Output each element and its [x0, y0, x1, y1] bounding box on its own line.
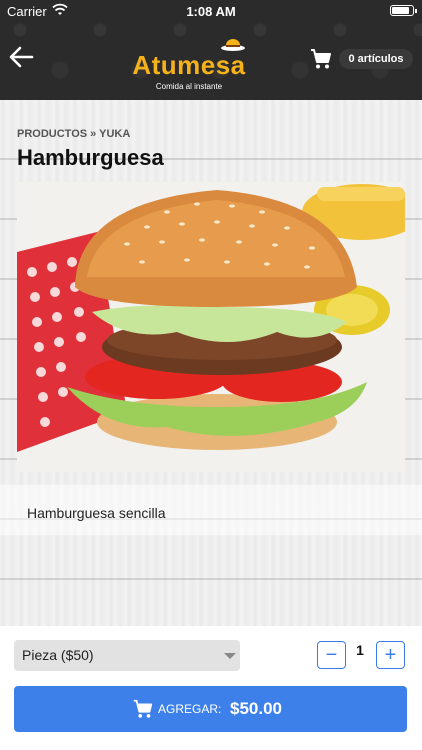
decrease-quantity-button[interactable]: −: [317, 641, 346, 669]
status-time: 1:08 AM: [186, 4, 236, 19]
app-header: Carrier 1:08 AM Atumesa Comida al instan…: [0, 0, 422, 100]
add-button-label: AGREGAR:: [158, 702, 222, 716]
product-description: Hamburguesa sencilla: [27, 505, 166, 521]
back-arrow-icon[interactable]: [6, 42, 36, 72]
battery-icon: [390, 5, 417, 16]
logo-tagline: Comida al instante: [155, 82, 223, 91]
product-title: Hamburguesa: [17, 145, 164, 170]
size-select[interactable]: Pieza ($50): [14, 640, 240, 671]
cart-icon[interactable]: [309, 47, 333, 71]
add-button-price: $50.00: [230, 699, 282, 718]
logo-text: Atumesa: [132, 50, 246, 80]
breadcrumb[interactable]: PRODUCTOS » YUKA: [17, 128, 130, 140]
cart-icon: [133, 699, 153, 718]
quantity-value: 1: [356, 642, 364, 658]
chevron-down-icon: [224, 653, 236, 659]
app-logo: Atumesa Comida al instante: [128, 34, 250, 92]
status-bar: Carrier 1:08 AM: [0, 0, 422, 22]
cart-count-badge[interactable]: 0 artículos: [339, 49, 413, 69]
increase-quantity-button[interactable]: +: [376, 641, 405, 669]
product-image: [17, 182, 405, 472]
add-to-cart-button[interactable]: AGREGAR: $50.00: [14, 686, 407, 732]
